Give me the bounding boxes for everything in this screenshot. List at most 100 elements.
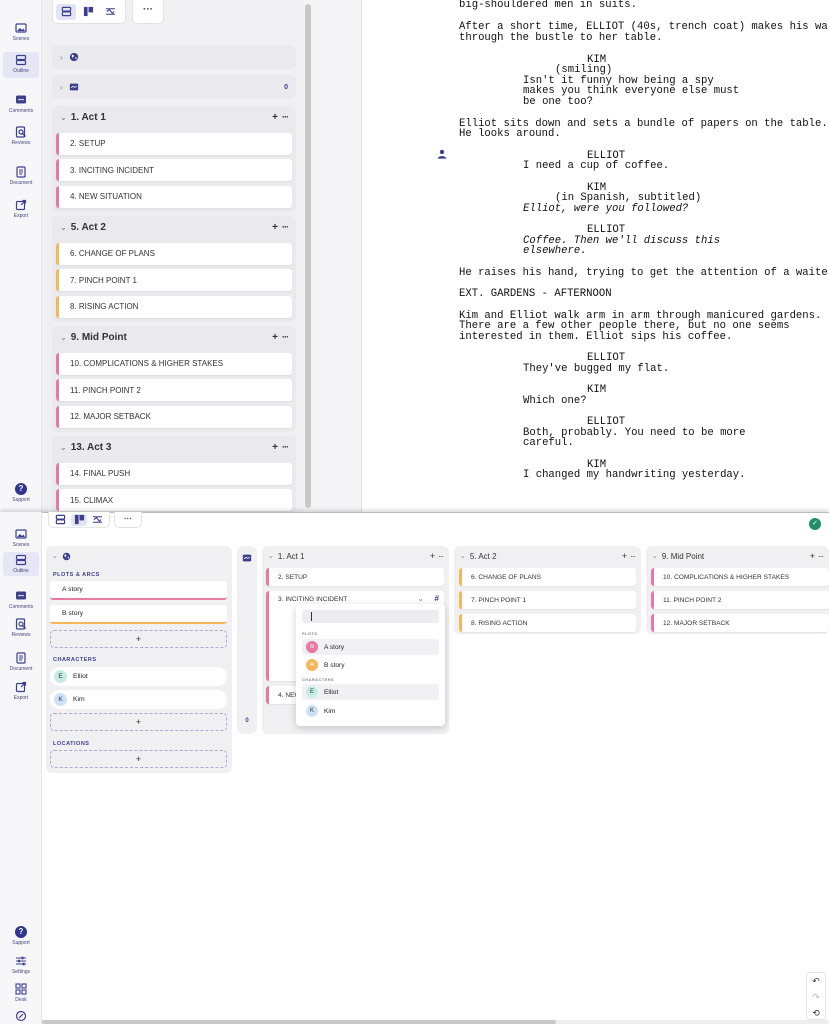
rail-export[interactable]: Export bbox=[3, 197, 39, 219]
act-title[interactable]: 5. Act 2 bbox=[470, 552, 497, 561]
rail-logo[interactable] bbox=[3, 1008, 39, 1024]
rail-comments[interactable]: Comments bbox=[3, 588, 39, 610]
add-icon[interactable]: + bbox=[272, 332, 278, 343]
act-title[interactable]: 9. Mid Point bbox=[662, 552, 704, 561]
scene-card[interactable]: 10. COMPLICATIONS & HIGHER STAKES bbox=[651, 568, 829, 586]
scene-card[interactable]: 3. INCITING INCIDENT bbox=[56, 159, 292, 181]
rail-settings[interactable]: Settings bbox=[3, 953, 39, 975]
scroll-thumb[interactable] bbox=[42, 1020, 556, 1024]
scene-card[interactable]: 7. PINCH POINT 1 bbox=[459, 591, 636, 609]
scene-card[interactable]: 10. COMPLICATIONS & HIGHER STAKES bbox=[56, 352, 292, 375]
more-icon[interactable]: ··· bbox=[282, 332, 289, 342]
scene-card[interactable]: 14. FINAL PUSH bbox=[56, 462, 292, 485]
scene-card[interactable]: 15. CLIMAX bbox=[56, 489, 292, 511]
add-icon[interactable]: + bbox=[272, 442, 278, 453]
undo-icon[interactable]: ↶ bbox=[807, 973, 825, 989]
timeline-view-button[interactable] bbox=[89, 514, 106, 526]
add-character-button[interactable]: + bbox=[50, 713, 227, 731]
scene-card[interactable]: 8. RISING ACTION bbox=[459, 614, 636, 632]
rail-outline[interactable]: Outline bbox=[3, 552, 39, 576]
plot-item[interactable]: A story bbox=[50, 581, 227, 600]
rail-reviews[interactable]: Reviews bbox=[3, 124, 39, 146]
act-title[interactable]: 5. Act 2 bbox=[71, 222, 106, 233]
more-icon[interactable]: ··· bbox=[630, 552, 636, 561]
scene-card[interactable]: 11. PINCH POINT 2 bbox=[651, 591, 829, 609]
chevron-down-icon[interactable]: ⌄ bbox=[268, 552, 274, 560]
chevron-down-icon[interactable]: ⌄ bbox=[52, 552, 58, 560]
more-icon[interactable]: ··· bbox=[438, 552, 444, 561]
chevron-down-icon[interactable]: ⌄ bbox=[417, 594, 424, 603]
scene-card[interactable]: 4. NEW SITUATION bbox=[56, 185, 292, 208]
history-icon[interactable]: ⟲ bbox=[807, 1005, 825, 1021]
outline-view-button[interactable] bbox=[52, 514, 69, 526]
rail-comments[interactable]: Comments bbox=[3, 92, 39, 114]
add-icon[interactable]: + bbox=[810, 551, 815, 561]
board-view-button[interactable] bbox=[70, 513, 88, 526]
tag-search-input[interactable] bbox=[302, 610, 439, 623]
images-row[interactable]: › 0 bbox=[52, 75, 296, 99]
add-icon[interactable]: + bbox=[622, 551, 627, 561]
more-icon[interactable]: ··· bbox=[282, 112, 289, 122]
add-icon[interactable]: + bbox=[430, 551, 435, 561]
scene-card[interactable]: 8. RISING ACTION bbox=[56, 295, 292, 318]
scene-card[interactable]: 6. CHANGE OF PLANS bbox=[56, 242, 292, 265]
popup-character-item[interactable]: E Elliot bbox=[302, 684, 439, 700]
add-icon[interactable]: + bbox=[272, 112, 278, 123]
rail-desk[interactable]: Desk bbox=[3, 981, 39, 1003]
rail-export[interactable]: Export bbox=[3, 679, 39, 701]
scene-card[interactable]: 2. SETUP bbox=[56, 132, 292, 155]
rail-support[interactable]: ? Support bbox=[3, 924, 39, 946]
images-column[interactable]: 0 bbox=[237, 546, 257, 734]
rail-scenes[interactable]: Scenes bbox=[3, 526, 39, 548]
person-icon[interactable] bbox=[437, 149, 447, 159]
character-item[interactable]: E Elliot bbox=[50, 667, 227, 686]
scene-card[interactable]: 2. SETUP bbox=[266, 568, 444, 586]
plot-item[interactable]: B story bbox=[50, 605, 227, 624]
scene-card[interactable]: 6. CHANGE OF PLANS bbox=[459, 568, 636, 586]
tag-icon[interactable]: # bbox=[435, 594, 439, 603]
board-horizontal-scrollbar[interactable] bbox=[42, 1020, 829, 1024]
act-title[interactable]: 1. Act 1 bbox=[278, 552, 305, 561]
scene-card[interactable]: 7. PINCH POINT 1 bbox=[56, 269, 292, 291]
more-icon[interactable]: ··· bbox=[282, 442, 289, 452]
scene-card[interactable]: 11. PINCH POINT 2 bbox=[56, 379, 292, 401]
popup-plot-item[interactable]: ≋ A story bbox=[302, 639, 439, 655]
more-button[interactable]: ··· bbox=[114, 512, 142, 528]
chevron-down-icon[interactable]: ⌄ bbox=[60, 223, 67, 232]
more-button[interactable]: ··· bbox=[132, 0, 164, 24]
rail-document[interactable]: Document bbox=[3, 650, 39, 672]
popup-plot-item[interactable]: ≋ B story bbox=[302, 657, 439, 673]
redo-icon[interactable]: ↷ bbox=[807, 989, 825, 1005]
rail-scenes[interactable]: Scenes bbox=[3, 20, 39, 42]
popup-character-item[interactable]: K Kim bbox=[302, 703, 439, 719]
more-icon[interactable]: ··· bbox=[818, 552, 824, 561]
act-title[interactable]: 13. Act 3 bbox=[71, 442, 112, 453]
rail-outline[interactable]: Outline bbox=[3, 52, 39, 78]
rail-document[interactable]: Document bbox=[3, 164, 39, 186]
timeline-view-button[interactable] bbox=[100, 4, 120, 20]
act-title[interactable]: 9. Mid Point bbox=[71, 332, 127, 343]
outline-scrollbar[interactable] bbox=[304, 0, 312, 512]
scene-card[interactable]: 12. MAJOR SETBACK bbox=[56, 405, 292, 428]
world-row[interactable]: › bbox=[52, 45, 296, 69]
chevron-down-icon[interactable]: ⌄ bbox=[60, 333, 67, 342]
chevron-down-icon[interactable]: ⌄ bbox=[60, 113, 67, 122]
outline-view-button[interactable] bbox=[56, 3, 76, 20]
character-item[interactable]: K Kim bbox=[50, 690, 227, 709]
add-location-button[interactable]: + bbox=[50, 750, 227, 768]
chevron-down-icon[interactable]: ⌄ bbox=[460, 552, 466, 560]
sync-status-icon[interactable]: ✓ bbox=[809, 518, 821, 530]
add-icon[interactable]: + bbox=[272, 222, 278, 233]
board-view-button[interactable] bbox=[78, 4, 98, 20]
more-icon[interactable]: ··· bbox=[282, 222, 289, 232]
add-plot-button[interactable]: + bbox=[50, 630, 227, 648]
scene-card[interactable]: 12. MAJOR SETBACK bbox=[651, 614, 829, 632]
scroll-thumb[interactable] bbox=[305, 4, 311, 508]
chevron-down-icon[interactable]: ⌄ bbox=[60, 443, 67, 452]
rail-support[interactable]: ? Support bbox=[3, 481, 39, 503]
screenplay-text[interactable]: big-shouldered men in suits. After a sho… bbox=[459, 0, 829, 512]
chevron-down-icon[interactable]: ⌄ bbox=[652, 552, 658, 560]
export-icon bbox=[15, 681, 27, 693]
act-title[interactable]: 1. Act 1 bbox=[71, 112, 106, 123]
rail-reviews[interactable]: Reviews bbox=[3, 616, 39, 638]
